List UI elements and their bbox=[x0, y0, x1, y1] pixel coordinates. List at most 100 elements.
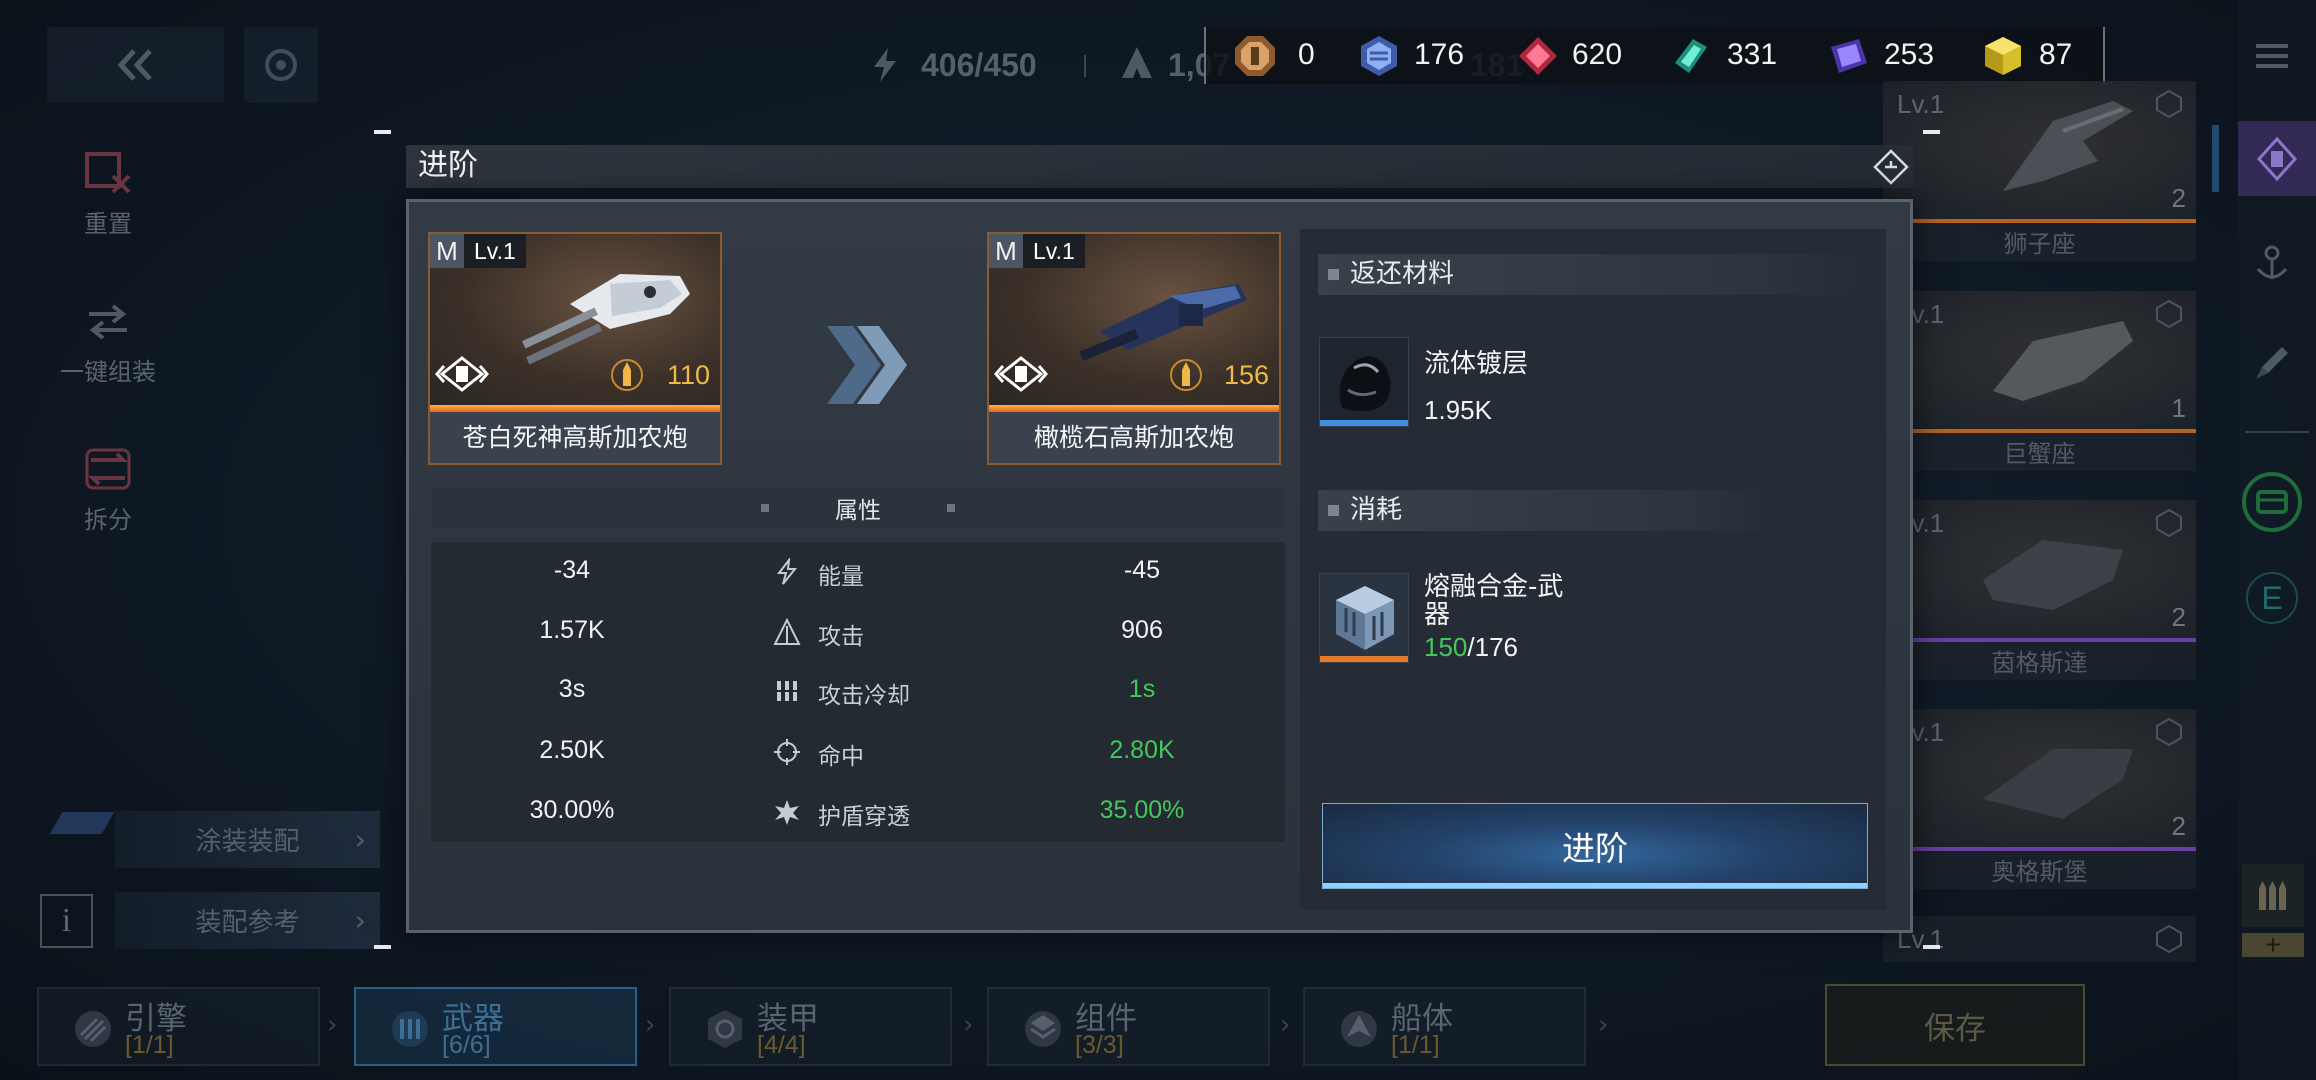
info-button[interactable]: i bbox=[40, 894, 93, 948]
ship-list-item[interactable]: Lv.1 2 奥格斯堡 bbox=[1883, 709, 2196, 889]
materials-panel: 返还材料 流体镀层 1.95K 消耗 熔融合金-武器 150/176 进阶 bbox=[1300, 229, 1886, 910]
menu-icon[interactable] bbox=[2248, 32, 2296, 80]
settings-button[interactable] bbox=[244, 27, 318, 103]
cost-header: 消耗 bbox=[1318, 490, 1776, 531]
modal-title: 进阶 bbox=[418, 148, 478, 183]
paint-decoration bbox=[49, 812, 115, 834]
rarity-bar bbox=[989, 405, 1279, 412]
ship-list-item[interactable]: Lv.1 2 茵格斯達 bbox=[1883, 500, 2196, 680]
attr-row-cooldown: 3s 攻击冷却 1s bbox=[431, 661, 1285, 721]
info-label: i bbox=[61, 902, 72, 939]
molten-alloy-icon bbox=[1320, 574, 1408, 662]
returned-item-icon[interactable] bbox=[1319, 337, 1409, 427]
tab-hull[interactable]: 船体 [1/1] bbox=[1303, 987, 1586, 1066]
attr-row-energy: -34 能量 -45 bbox=[431, 542, 1285, 602]
rocket-icon[interactable] bbox=[2248, 339, 2296, 387]
ship-name: 奥格斯堡 bbox=[1991, 858, 2088, 886]
power-icon bbox=[611, 359, 643, 391]
tab-armor[interactable]: 装甲 [4/4] bbox=[669, 987, 952, 1066]
sidebar-item-label: 重置 bbox=[84, 210, 132, 238]
ship-list-item[interactable]: Lv.1 bbox=[1883, 916, 2196, 962]
sidebar-item-label: 一键组装 bbox=[60, 358, 156, 386]
cost-item-icon[interactable] bbox=[1319, 573, 1409, 663]
attack-icon bbox=[773, 618, 801, 645]
close-icon[interactable] bbox=[1871, 147, 1911, 187]
weapon-level: Lv.1 bbox=[464, 234, 526, 268]
sidebar-item-split[interactable]: 拆分 bbox=[28, 446, 188, 535]
paint-assembly-label: 涂装装配 bbox=[195, 827, 300, 857]
chevron-right-icon: › bbox=[354, 823, 366, 856]
anchor-icon[interactable] bbox=[2248, 239, 2296, 287]
tab-engine[interactable]: 引擎 [1/1] bbox=[37, 987, 320, 1066]
weapon-name: 橄榄石高斯加农炮 bbox=[989, 412, 1279, 463]
sidebar-item-auto-assemble[interactable]: 一键组装 bbox=[28, 298, 188, 387]
owned-quantity: 150 bbox=[1424, 632, 1468, 662]
modal-title-bar: 进阶 bbox=[406, 145, 1913, 188]
currency-value: 0 bbox=[1298, 38, 1315, 71]
attr-to-value: 906 bbox=[1121, 616, 1163, 644]
save-label: 保存 bbox=[1924, 1010, 1986, 1047]
weapon-level: Lv.1 bbox=[1023, 234, 1085, 268]
attr-from-value: 1.57K bbox=[539, 616, 605, 644]
yellow-cube-icon[interactable] bbox=[1980, 33, 2026, 79]
returned-item-name: 流体镀层 bbox=[1424, 349, 1529, 379]
tab-weapon[interactable]: 武器 [6/6] bbox=[354, 987, 637, 1066]
ammo-button[interactable] bbox=[2242, 864, 2304, 927]
chevron-right-icon: › bbox=[645, 1010, 656, 1040]
rail-divider bbox=[2245, 431, 2309, 433]
olivine-gauss-cannon-image bbox=[1079, 284, 1247, 361]
chevron-right-icon: › bbox=[327, 1010, 338, 1040]
ship-level: Lv.1 bbox=[1897, 89, 1945, 119]
attr-label: 命中 bbox=[818, 744, 864, 770]
assembly-reference-button[interactable]: 装配参考 › bbox=[115, 892, 380, 949]
required-quantity: /176 bbox=[1467, 632, 1518, 662]
rarity-bar bbox=[430, 405, 720, 412]
medal-icon[interactable] bbox=[1232, 33, 1278, 79]
tab-count: [6/6] bbox=[442, 1031, 491, 1059]
ship-list-item[interactable]: Lv.1 2 狮子座 bbox=[1883, 81, 2196, 261]
tab-count: [3/3] bbox=[1075, 1031, 1124, 1059]
ship-name: 茵格斯達 bbox=[1991, 649, 2088, 677]
chevron-right-icon: › bbox=[354, 904, 366, 937]
blue-crystal-icon[interactable] bbox=[1356, 33, 1402, 79]
double-chevron-left-icon bbox=[117, 49, 152, 81]
ring-icon bbox=[265, 49, 297, 81]
source-weapon-card: M Lv.1 110 苍白死神高斯加农炮 bbox=[428, 232, 722, 465]
weapon-power: 110 bbox=[666, 360, 710, 390]
sidebar-item-reset[interactable]: 重置 bbox=[28, 150, 188, 239]
save-button[interactable]: 保存 bbox=[1825, 984, 2085, 1066]
paint-assembly-button[interactable]: 涂装装配 › bbox=[115, 811, 380, 868]
ship-name: 狮子座 bbox=[2003, 230, 2076, 258]
header-dot bbox=[761, 504, 769, 512]
attr-label: 攻击 bbox=[818, 624, 864, 650]
currency-value: 87 bbox=[2039, 38, 2073, 71]
tab-count: [1/1] bbox=[1391, 1031, 1440, 1059]
rail-item-equipment[interactable] bbox=[2238, 121, 2316, 196]
power-icon bbox=[1170, 359, 1202, 391]
chevron-right-icon: › bbox=[963, 1010, 974, 1040]
e-button[interactable]: E bbox=[2246, 572, 2298, 624]
cost-title: 消耗 bbox=[1350, 495, 1403, 525]
ship-list-item[interactable]: Lv.1 1 巨蟹座 bbox=[1883, 291, 2196, 471]
teal-crystal-icon[interactable] bbox=[1667, 33, 1713, 79]
rarity-bar bbox=[1320, 420, 1408, 426]
red-gem-icon[interactable] bbox=[1515, 33, 1561, 79]
chat-icon[interactable] bbox=[2240, 470, 2304, 534]
burst-icon bbox=[775, 800, 799, 825]
weapon-name: 苍白死神高斯加农炮 bbox=[430, 412, 720, 463]
currency-value: 331 bbox=[1727, 38, 1778, 71]
attr-label: 攻击冷却 bbox=[818, 683, 910, 709]
corner-bracket bbox=[1923, 945, 1940, 949]
back-button[interactable] bbox=[47, 27, 224, 103]
upgrade-arrow-icon bbox=[827, 326, 907, 404]
crosshair-icon bbox=[774, 739, 800, 765]
tab-component[interactable]: 组件 [3/3] bbox=[987, 987, 1270, 1066]
purple-chip-icon[interactable] bbox=[1825, 33, 1871, 79]
engine-icon bbox=[75, 1011, 111, 1047]
corner-bracket bbox=[374, 945, 391, 949]
cooldown-icon bbox=[775, 681, 799, 701]
e-label: E bbox=[2261, 579, 2283, 616]
tab-count: [4/4] bbox=[757, 1031, 806, 1059]
add-button[interactable]: + bbox=[2242, 931, 2304, 959]
upgrade-confirm-button[interactable]: 进阶 bbox=[1322, 803, 1868, 889]
